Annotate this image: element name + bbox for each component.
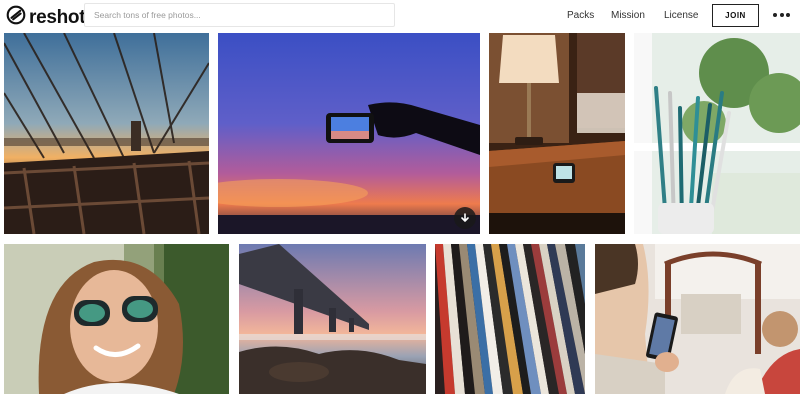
more-dots-icon[interactable] — [773, 13, 790, 17]
photo-phone-sunset[interactable] — [218, 33, 480, 234]
top-header: reshot Packs Mission License JOIN — [0, 0, 800, 33]
photo-vinyl-records[interactable] — [435, 244, 585, 394]
brand-name: reshot — [29, 6, 86, 28]
photo-paint-brushes[interactable] — [634, 33, 800, 234]
search-input[interactable] — [85, 4, 394, 26]
photo-bedside-lamp[interactable] — [489, 33, 625, 234]
reshot-logo-icon — [6, 5, 26, 30]
photo-pier-sunset[interactable] — [239, 244, 426, 394]
download-arrow-icon[interactable] — [454, 207, 476, 229]
photo-man-phone[interactable] — [595, 244, 800, 394]
search-box[interactable] — [84, 3, 395, 27]
nav-packs[interactable]: Packs — [567, 10, 594, 21]
nav-mission[interactable]: Mission — [611, 10, 645, 21]
logo[interactable]: reshot — [6, 5, 86, 30]
photo-bridge-cables[interactable] — [4, 33, 209, 234]
photo-woman-sunglasses[interactable] — [4, 244, 229, 394]
nav-license[interactable]: License — [664, 10, 698, 21]
join-button[interactable]: JOIN — [712, 4, 759, 27]
